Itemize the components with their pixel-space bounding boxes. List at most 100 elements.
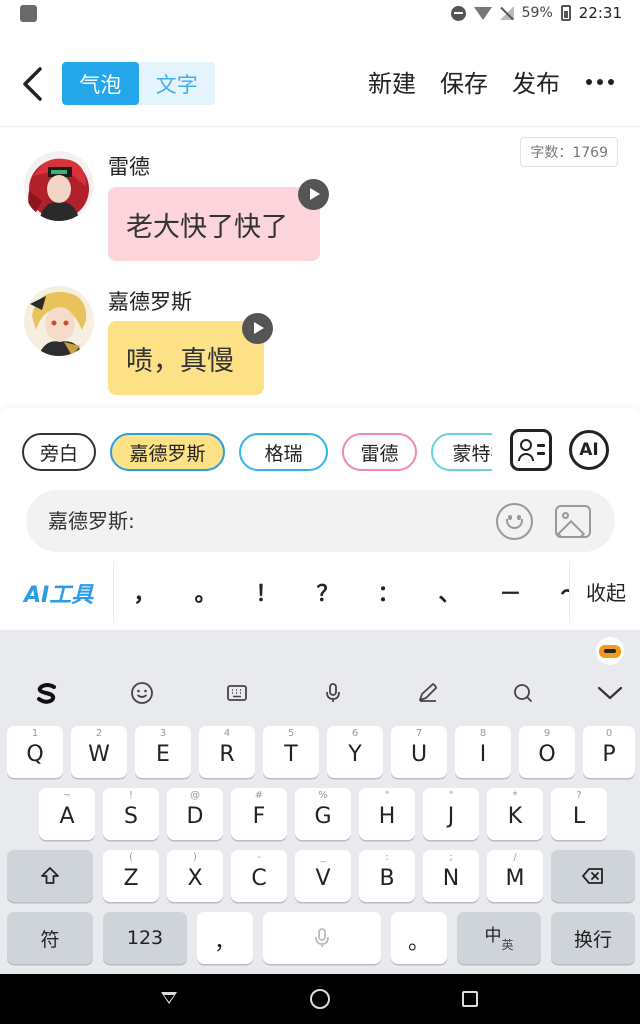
more-dots-icon [586,78,592,85]
character-chip[interactable]: 蒙特祖 [431,433,492,471]
comma-key[interactable]: ， [197,912,253,964]
character-chip[interactable]: 格瑞 [239,433,328,471]
punct-comma[interactable]: ， [114,576,175,608]
new-button[interactable]: 新建 [368,64,416,99]
keyboard-layout-button[interactable] [217,674,257,712]
key-label: A [59,803,75,829]
collapse-button[interactable]: 收起 [586,577,626,606]
key-sub: 2 [95,728,103,739]
character-chip[interactable]: 旁白 [22,433,96,471]
keyboard-search-button[interactable] [503,674,543,712]
key-a[interactable]: ~ A [39,788,95,840]
keyboard-icon [227,685,247,701]
battery-percent: 59% [521,5,553,21]
key-b[interactable]: :B [359,850,415,902]
app-notification-icon [20,5,37,22]
language-switch-key[interactable]: 中 英 [457,912,541,964]
character-chip[interactable]: 嘉德罗斯 [110,433,225,471]
key-label: 123 [126,927,164,949]
backspace-key[interactable] [551,850,635,902]
save-button[interactable]: 保存 [440,64,488,99]
mode-toggle: 气泡 文字 [62,62,215,105]
contact-card-line [537,452,545,455]
key-k[interactable]: * K [487,788,543,840]
key-l[interactable]: ? L [551,788,607,840]
nav-recents-icon[interactable] [462,991,478,1007]
key-label: 。 [407,930,430,955]
punct-dash[interactable]: － [480,576,541,608]
key-z[interactable]: (Z [103,850,159,902]
nav-home-icon[interactable] [310,989,330,1009]
key-q[interactable]: 1Q [7,726,63,778]
key-label: Y [348,741,362,767]
tab-bubble[interactable]: 气泡 [62,62,139,105]
ai-button[interactable]: AI [569,430,609,470]
key-x[interactable]: ) X [167,850,223,902]
key-f[interactable]: # F [231,788,287,840]
key-v[interactable]: _ V [295,850,351,902]
play-voice-button[interactable] [298,179,329,210]
key-sub: * [512,790,518,801]
keyboard-mascot-icon[interactable] [596,637,624,665]
key-g[interactable]: % G [295,788,351,840]
insert-image-button[interactable] [555,505,591,538]
key-label: M [505,865,525,891]
symbols-key[interactable]: 符 [7,912,93,964]
key-r[interactable]: 4R [199,726,255,778]
more-button[interactable] [584,78,616,85]
key-s[interactable]: ! S [103,788,159,840]
character-chip[interactable]: 雷德 [342,433,417,471]
punct-question[interactable]: ？ [297,576,358,608]
character-manager-button[interactable] [510,429,552,471]
punct-period[interactable]: 。 [175,576,236,608]
space-key[interactable] [263,912,381,964]
key-w[interactable]: 2W [71,726,127,778]
backspace-icon [582,868,603,884]
enter-key[interactable]: 换行 [551,912,635,964]
numbers-key[interactable]: 123 [103,912,187,964]
avatar[interactable] [24,151,94,221]
key-j[interactable]: " J [423,788,479,840]
punct-colon[interactable]: ： [358,576,419,608]
publish-button[interactable]: 发布 [512,64,560,99]
shift-key[interactable] [7,850,93,902]
keyboard-emoji-button[interactable] [122,674,162,712]
key-t[interactable]: 5T [263,726,319,778]
key-c[interactable]: -C [231,850,287,902]
message-bubble[interactable]: 老大快了快了 [108,187,320,261]
message-input[interactable]: 嘉德罗斯: [26,490,615,552]
punct-tilde[interactable]: ～ [541,576,569,608]
key-m[interactable]: / M [487,850,543,902]
avatar[interactable] [24,286,94,356]
key-sub: : [385,852,389,863]
key-label: E [156,741,170,767]
key-p[interactable]: 0P [583,726,635,778]
key-n[interactable]: ; N [423,850,479,902]
nav-back-icon[interactable] [158,987,182,1011]
screen: 59% 22:31 气泡 文字 新建 保存 发布 字数：1769 雷德 老大快了… [0,0,640,1024]
key-y[interactable]: 6Y [327,726,383,778]
key-u[interactable]: 7U [391,726,447,778]
punct-enumeration-comma[interactable]: 、 [419,576,480,608]
ai-tools-button[interactable]: AI工具 [24,577,93,609]
message-bubble[interactable]: 啧，真慢 [108,321,264,395]
key-sub: ; [449,852,453,863]
header-divider [0,126,640,127]
period-key[interactable]: 。 [391,912,447,964]
key-sub: - [257,852,261,863]
play-voice-button[interactable] [242,313,273,344]
key-h[interactable]: " H [359,788,415,840]
sogou-logo-button[interactable] [27,674,67,712]
voice-input-button[interactable] [313,674,353,712]
tab-text[interactable]: 文字 [139,62,216,105]
key-i[interactable]: 8I [455,726,511,778]
back-button[interactable] [16,64,52,104]
key-d[interactable]: @ D [167,788,223,840]
emoji-button[interactable] [496,503,533,540]
hide-keyboard-button[interactable] [590,674,630,712]
punct-exclamation[interactable]: ！ [236,576,297,608]
handwriting-button[interactable] [408,674,448,712]
key-e[interactable]: 3E [135,726,191,778]
key-o[interactable]: 9O [519,726,575,778]
pen-icon [419,683,437,702]
